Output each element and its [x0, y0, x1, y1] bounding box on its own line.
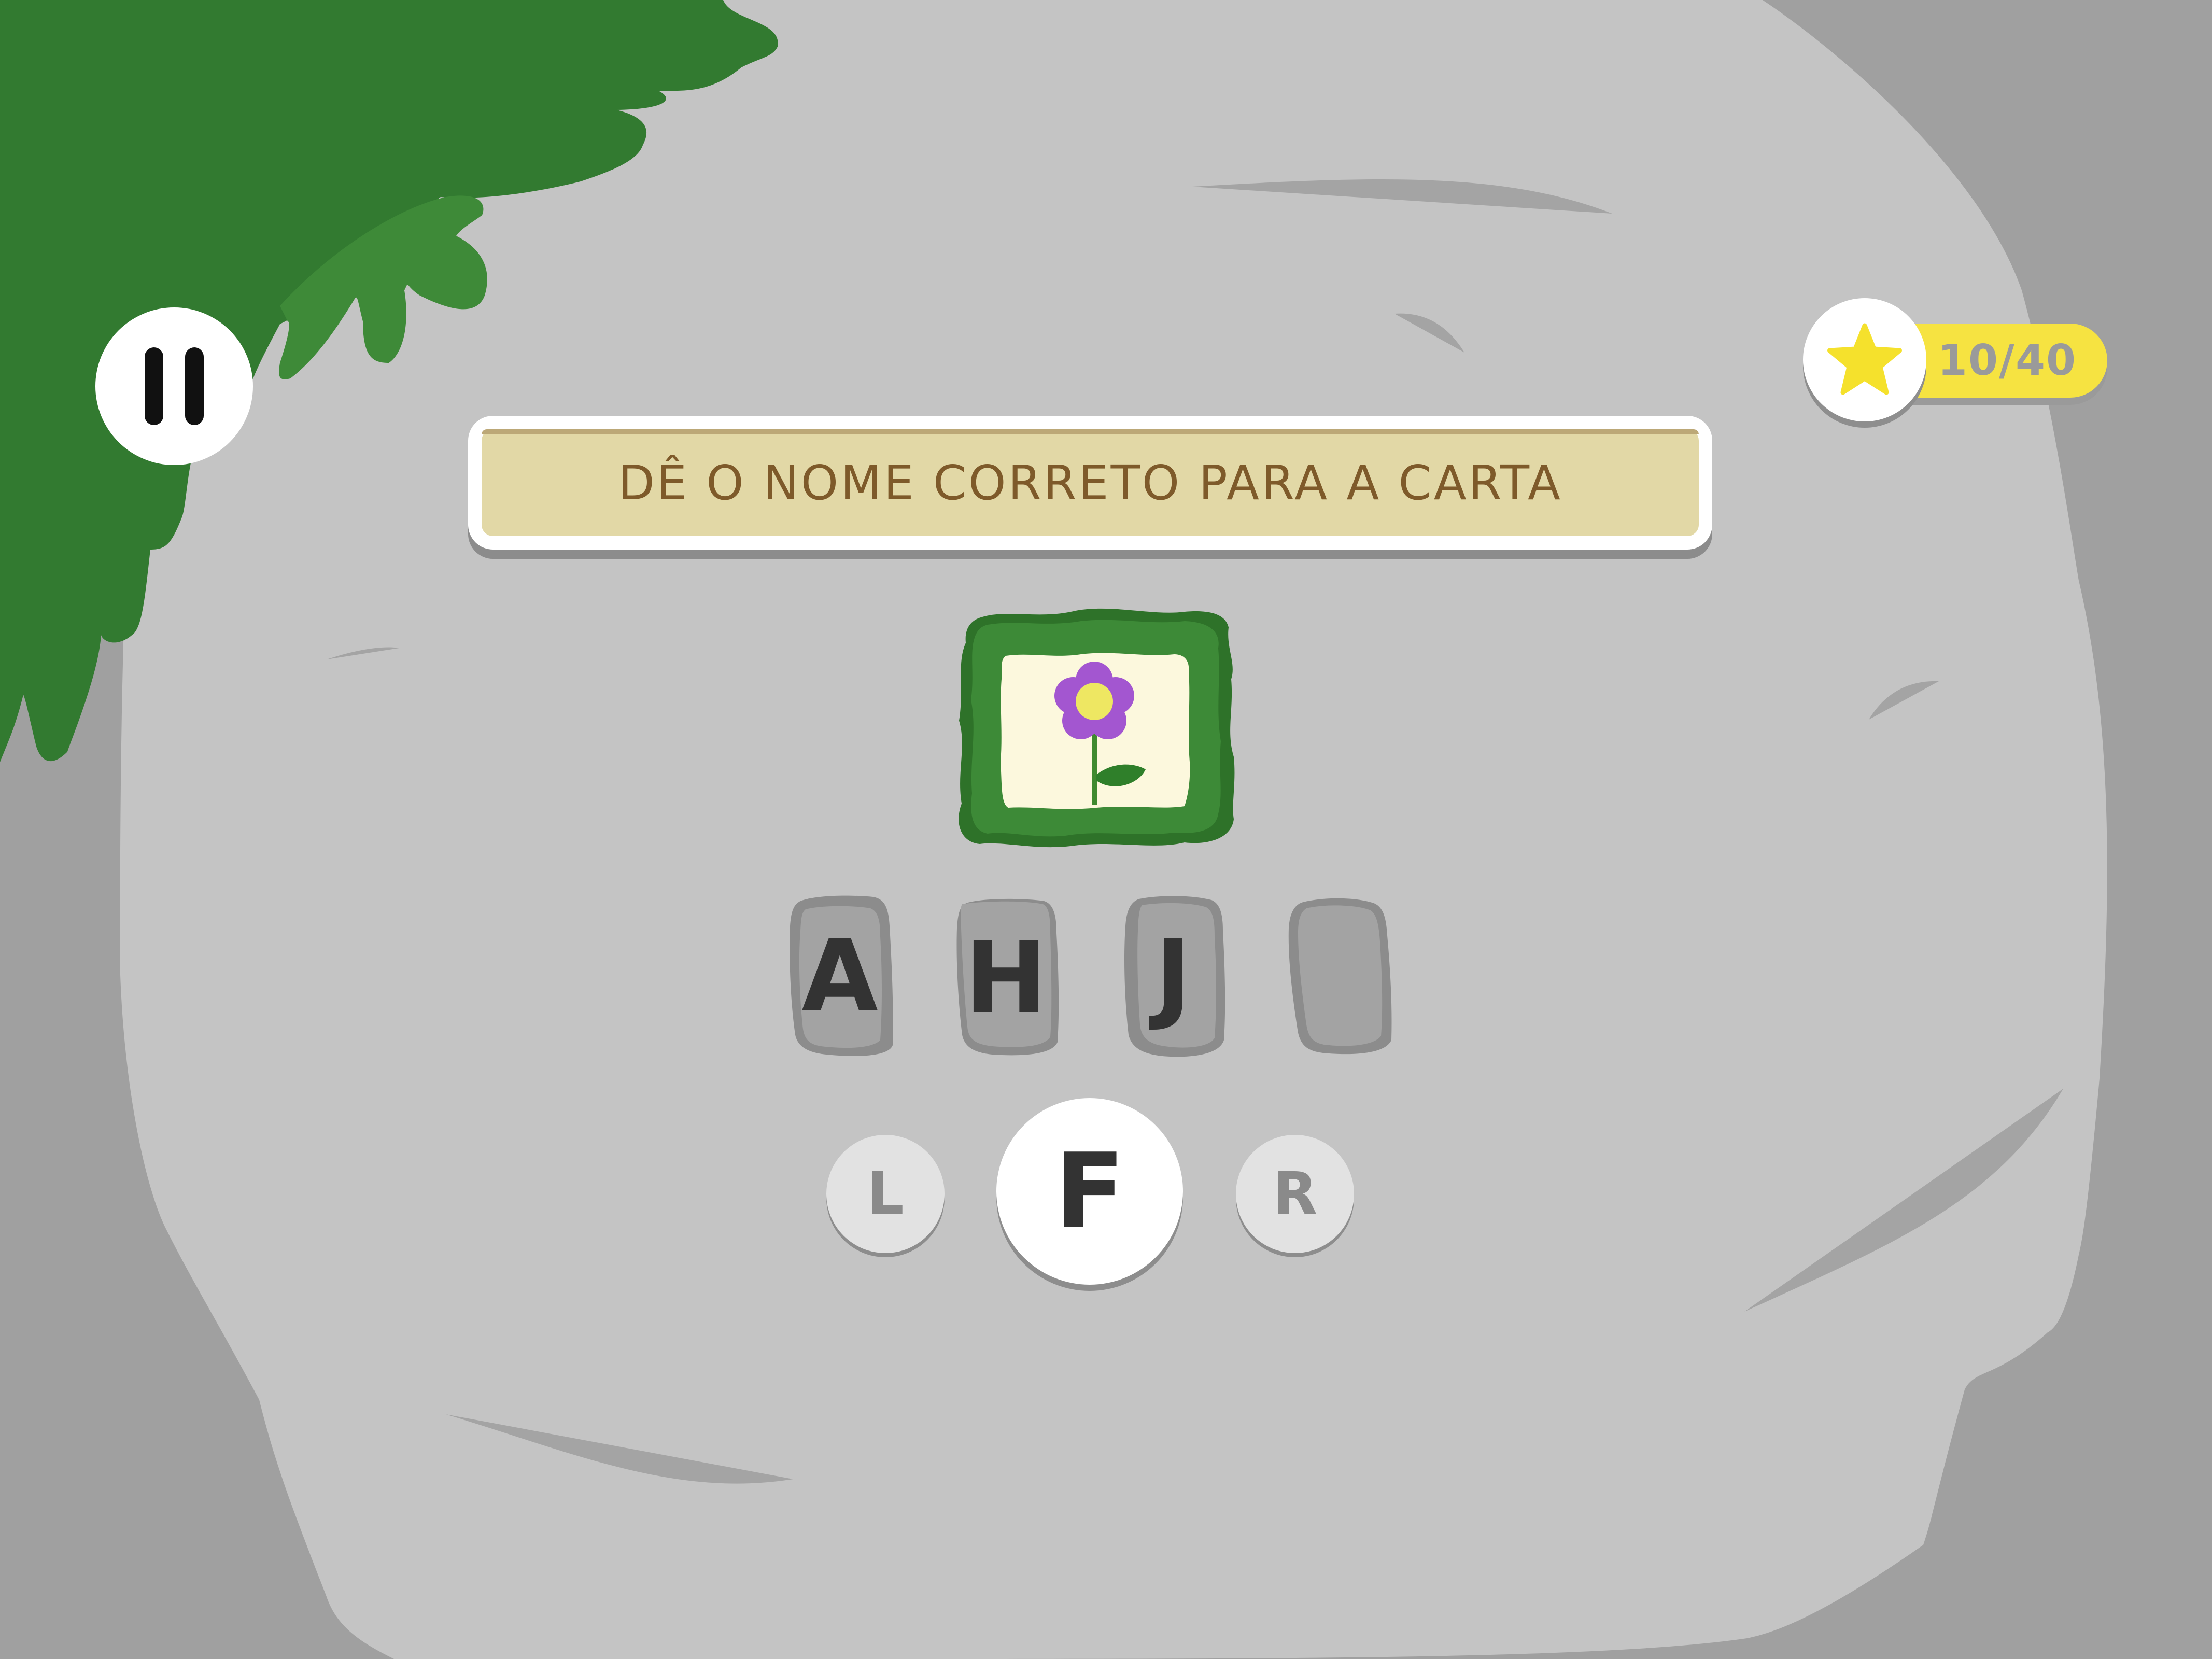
picture-card — [959, 608, 1235, 848]
score-text: 10/40 — [1937, 336, 2077, 385]
answer-slot-letter — [1283, 897, 1392, 1059]
answer-slot-4[interactable] — [1283, 897, 1392, 1059]
pause-icon — [145, 347, 204, 425]
answer-slot-letter: A — [801, 918, 878, 1033]
instruction-text: DÊ O NOME CORRETO PARA A CARTA — [618, 455, 1562, 511]
pause-button[interactable] — [95, 307, 253, 465]
instruction-banner: DÊ O NOME CORRETO PARA A CARTA — [468, 416, 1712, 550]
answer-slot-letter: H — [964, 920, 1047, 1035]
letter-choice-f[interactable]: F — [996, 1098, 1183, 1285]
answer-slot-1[interactable]: A — [785, 895, 895, 1057]
answer-slot-letter: J — [1154, 918, 1192, 1033]
letter-choice-l[interactable]: L — [826, 1135, 945, 1253]
answer-slot-2[interactable]: H — [951, 897, 1061, 1059]
star-icon — [1827, 323, 1902, 395]
letter-choice-r[interactable]: R — [1236, 1135, 1354, 1253]
score-star-badge — [1803, 298, 1926, 421]
answer-slot-3[interactable]: J — [1118, 895, 1228, 1057]
